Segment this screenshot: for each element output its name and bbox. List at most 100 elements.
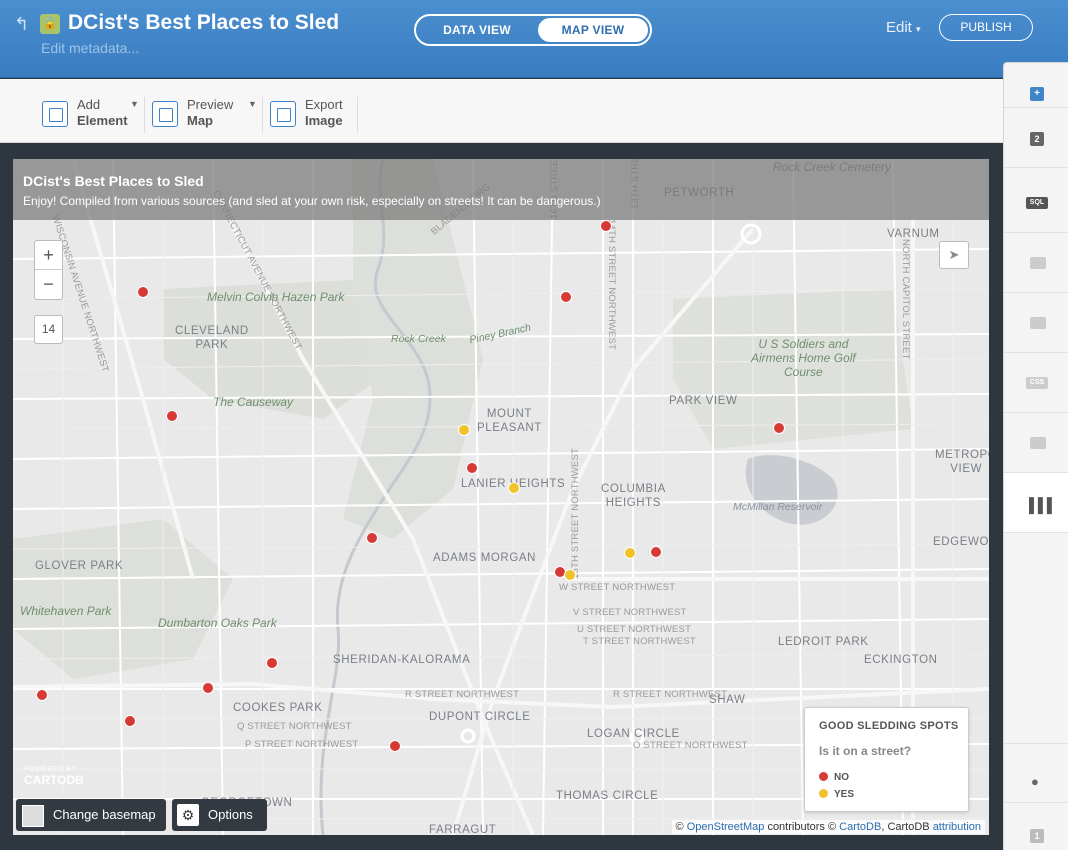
toolbar-divider: [357, 97, 358, 133]
legend: GOOD SLEDDING SPOTS Is it on a street? N…: [804, 707, 969, 812]
cartodb-logo: POWERED BY CARTODB: [24, 765, 84, 787]
legend-panel-button[interactable]: [1004, 413, 1068, 473]
legend-item-no-label: NO: [834, 772, 849, 783]
map-canvas[interactable]: PETWORTH Rock Creek Cemetery VARNUM CLEV…: [13, 159, 989, 835]
add-layer-icon: +: [1030, 87, 1044, 101]
add-element-line2: Element: [77, 113, 128, 128]
view-toggle: DATA VIEW MAP VIEW: [414, 14, 652, 46]
sql-panel-button[interactable]: SQL: [1004, 173, 1068, 233]
map-point-no[interactable]: [600, 220, 612, 232]
map-description: Enjoy! Compiled from various sources (an…: [23, 194, 601, 208]
right-sidebar: + 2 SQL CSS ▌▌▌ ● 1: [1003, 62, 1068, 850]
filters-panel-button[interactable]: ▌▌▌: [1004, 473, 1068, 533]
speech-bubble-icon: [1030, 317, 1046, 329]
map-point-no[interactable]: [137, 286, 149, 298]
cartodb-logo-name: CARTODB: [24, 773, 84, 787]
app-header: ↰ 🔓 DCist's Best Places to Sled Edit met…: [0, 0, 1068, 78]
export-image-line1: Export: [305, 97, 343, 112]
legend-title: GOOD SLEDDING SPOTS: [819, 720, 959, 732]
map-point-no[interactable]: [560, 291, 572, 303]
map-point-no[interactable]: [389, 740, 401, 752]
map-point-no[interactable]: [124, 715, 136, 727]
map-point-no[interactable]: [166, 410, 178, 422]
map-point-no[interactable]: [466, 462, 478, 474]
add-element-line1: Add: [77, 97, 101, 112]
options-button[interactable]: ⚙ Options: [172, 799, 267, 831]
map-attribution: © OpenStreetMap contributors © CartoDB, …: [671, 820, 985, 834]
map-point-no[interactable]: [266, 657, 278, 669]
map-point-no[interactable]: [36, 689, 48, 701]
export-image-line2: Image: [305, 113, 343, 128]
back-arrow-icon[interactable]: ↰: [14, 14, 29, 35]
map-point-yes[interactable]: [508, 482, 520, 494]
map-point-no[interactable]: [650, 546, 662, 558]
pin-icon: ●: [1031, 774, 1039, 789]
preview-map-line1: Preview: [187, 97, 234, 112]
css-icon: CSS: [1026, 377, 1048, 389]
change-basemap-label: Change basemap: [53, 807, 156, 822]
visualization-title[interactable]: DCist's Best Places to Sled: [68, 11, 339, 35]
legend-swatch-no: [819, 772, 828, 781]
layer-count-button[interactable]: 2: [1004, 108, 1068, 168]
preview-map-line2: Map: [187, 113, 213, 128]
share-icon[interactable]: ➤: [939, 241, 969, 269]
bottom-layer-badge: 1: [1030, 829, 1044, 843]
map-point-yes[interactable]: [564, 569, 576, 581]
sql-icon: SQL: [1026, 197, 1048, 209]
toolbar-divider: [144, 97, 145, 133]
change-basemap-button[interactable]: Change basemap: [16, 799, 166, 831]
add-element-button[interactable]: Add Element ▼: [42, 79, 140, 143]
export-image-icon: [270, 101, 296, 127]
zoom-level-indicator: 14: [34, 315, 63, 344]
legend-item-yes: YES: [819, 789, 854, 800]
infowindow-panel-button[interactable]: [1004, 293, 1068, 353]
add-element-icon: [42, 101, 68, 127]
legend-swatch-yes: [819, 789, 828, 798]
legend-icon: [1030, 437, 1046, 449]
edit-menu-label: Edit: [886, 19, 912, 36]
attribution-prefix: ©: [675, 821, 684, 833]
attribution-mid2: , CartoDB: [881, 821, 930, 833]
chevron-down-icon: ▼: [248, 99, 257, 109]
osm-link[interactable]: OpenStreetMap: [687, 821, 765, 833]
chevron-down-icon: ▾: [916, 24, 921, 34]
preview-map-icon: [152, 101, 178, 127]
map-point-no[interactable]: [773, 422, 785, 434]
attribution-link[interactable]: attribution: [933, 821, 981, 833]
css-panel-button[interactable]: CSS: [1004, 353, 1068, 413]
lock-icon[interactable]: 🔓: [40, 14, 60, 34]
legend-item-no: NO: [819, 772, 849, 783]
toolbar-divider: [262, 97, 263, 133]
options-label: Options: [208, 807, 253, 822]
tooltip-panel-button[interactable]: ●: [1004, 743, 1068, 803]
map-title: DCist's Best Places to Sled: [23, 173, 204, 189]
map-point-no[interactable]: [202, 682, 214, 694]
map-toolbar: Add Element ▼ Preview Map ▼ Export Image: [0, 79, 1003, 143]
basemap-thumbnail-icon: [22, 805, 44, 827]
attribution-mid: contributors ©: [767, 821, 837, 833]
pencil-icon: [1030, 257, 1046, 269]
zoom-out-button[interactable]: −: [35, 270, 62, 299]
zoom-control: + −: [34, 240, 63, 300]
map-point-yes[interactable]: [458, 424, 470, 436]
tab-map-view[interactable]: MAP VIEW: [538, 18, 648, 42]
edit-menu[interactable]: Edit ▾: [886, 19, 921, 36]
gear-icon: ⚙: [177, 804, 199, 826]
legend-item-yes-label: YES: [834, 789, 855, 800]
map-point-yes[interactable]: [624, 547, 636, 559]
wizard-panel-button[interactable]: [1004, 233, 1068, 293]
legend-subtitle: Is it on a street?: [819, 744, 912, 758]
bottom-layer-button[interactable]: 1: [1004, 803, 1068, 850]
preview-map-button[interactable]: Preview Map ▼: [152, 79, 258, 143]
chevron-down-icon: ▼: [130, 99, 139, 109]
publish-button[interactable]: PUBLISH: [939, 14, 1033, 41]
zoom-in-button[interactable]: +: [35, 241, 62, 270]
tab-data-view[interactable]: DATA VIEW: [419, 18, 535, 42]
cartodb-link[interactable]: CartoDB: [839, 821, 881, 833]
bar-chart-icon: ▌▌▌: [1029, 497, 1057, 513]
add-layer-button[interactable]: +: [1004, 63, 1068, 108]
export-image-button[interactable]: Export Image: [270, 79, 352, 143]
edit-metadata-link[interactable]: Edit metadata...: [41, 40, 139, 56]
map-point-no[interactable]: [366, 532, 378, 544]
map-title-overlay: DCist's Best Places to Sled Enjoy! Compi…: [13, 159, 989, 220]
